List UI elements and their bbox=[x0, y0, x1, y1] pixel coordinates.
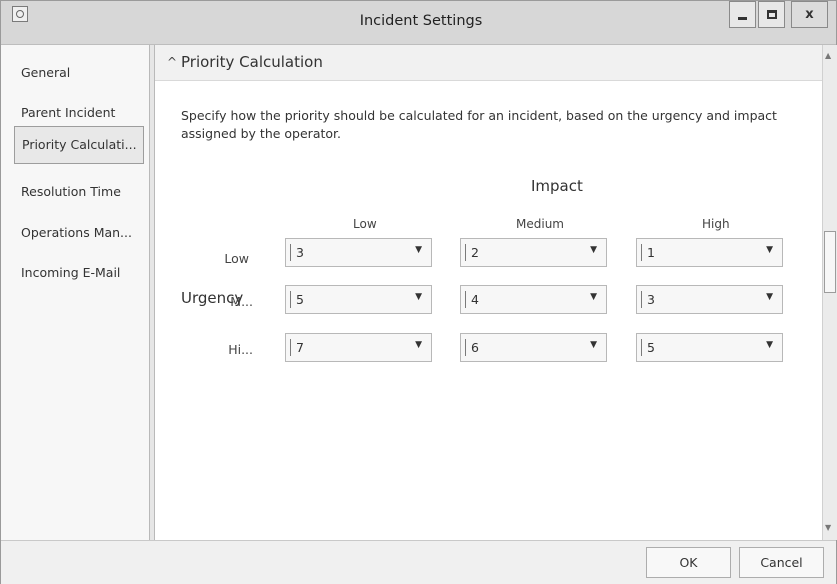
chevron-down-icon: ▼ bbox=[415, 292, 422, 302]
priority-select-high-high[interactable]: 5 ▼ bbox=[636, 333, 783, 362]
chevron-down-icon: ▼ bbox=[415, 340, 422, 350]
chevron-down-icon: ▼ bbox=[590, 340, 597, 350]
maximize-button[interactable] bbox=[758, 1, 785, 28]
vertical-scrollbar[interactable]: ▲ ▼ bbox=[822, 45, 837, 540]
sidebar-item-general[interactable]: General bbox=[14, 55, 144, 93]
sidebar-item-operations-manager[interactable]: Operations Man... bbox=[14, 215, 144, 253]
close-button[interactable]: x bbox=[791, 1, 828, 28]
section-header[interactable]: ^ Priority Calculation bbox=[155, 45, 822, 81]
chevron-up-icon[interactable]: ^ bbox=[167, 55, 177, 69]
sidebar-item-incoming-email[interactable]: Incoming E-Mail bbox=[14, 255, 144, 293]
urgency-row-low: Low bbox=[224, 251, 249, 266]
urgency-row-medium: M... bbox=[230, 294, 253, 309]
incident-settings-window: Incident Settings x General Parent Incid… bbox=[0, 0, 837, 584]
chevron-down-icon: ▼ bbox=[590, 292, 597, 302]
section-title: Priority Calculation bbox=[181, 53, 323, 71]
dialog-footer: OK Cancel bbox=[1, 540, 836, 584]
settings-sidebar: General Parent Incident Priority Calcula… bbox=[1, 45, 149, 540]
chevron-down-icon: ▼ bbox=[766, 292, 773, 302]
priority-select-medium-medium[interactable]: 4 ▼ bbox=[460, 285, 607, 314]
chevron-down-icon: ▼ bbox=[590, 245, 597, 255]
chevron-down-icon: ▼ bbox=[415, 245, 422, 255]
ok-button[interactable]: OK bbox=[646, 547, 731, 578]
minimize-button[interactable] bbox=[729, 1, 756, 28]
minimize-icon bbox=[738, 17, 747, 20]
impact-column-low: Low bbox=[353, 217, 377, 231]
priority-select-low-medium[interactable]: 2 ▼ bbox=[460, 238, 607, 267]
chevron-down-icon: ▼ bbox=[766, 340, 773, 350]
impact-heading: Impact bbox=[531, 177, 583, 195]
scroll-up-icon[interactable]: ▲ bbox=[825, 51, 831, 60]
priority-select-low-low[interactable]: 3 ▼ bbox=[285, 238, 432, 267]
priority-select-medium-low[interactable]: 5 ▼ bbox=[285, 285, 432, 314]
chevron-down-icon: ▼ bbox=[766, 245, 773, 255]
maximize-icon bbox=[766, 10, 777, 19]
priority-select-low-high[interactable]: 1 ▼ bbox=[636, 238, 783, 267]
section-description: Specify how the priority should be calcu… bbox=[181, 108, 777, 141]
sidebar-item-resolution-time[interactable]: Resolution Time bbox=[14, 174, 144, 212]
impact-column-high: High bbox=[702, 217, 730, 231]
impact-column-medium: Medium bbox=[516, 217, 564, 231]
title-bar: Incident Settings x bbox=[1, 1, 836, 45]
urgency-row-high: Hi... bbox=[228, 342, 253, 357]
priority-select-high-medium[interactable]: 6 ▼ bbox=[460, 333, 607, 362]
sidebar-item-priority-calculation[interactable]: Priority Calculati... bbox=[14, 126, 144, 164]
settings-content: ^ Priority Calculation Specify how the p… bbox=[155, 45, 822, 540]
scrollbar-thumb[interactable] bbox=[824, 231, 836, 293]
priority-select-medium-high[interactable]: 3 ▼ bbox=[636, 285, 783, 314]
cancel-button[interactable]: Cancel bbox=[739, 547, 824, 578]
priority-select-high-low[interactable]: 7 ▼ bbox=[285, 333, 432, 362]
close-icon: x bbox=[805, 7, 814, 22]
window-title: Incident Settings bbox=[359, 13, 483, 29]
scroll-down-icon[interactable]: ▼ bbox=[825, 523, 831, 532]
